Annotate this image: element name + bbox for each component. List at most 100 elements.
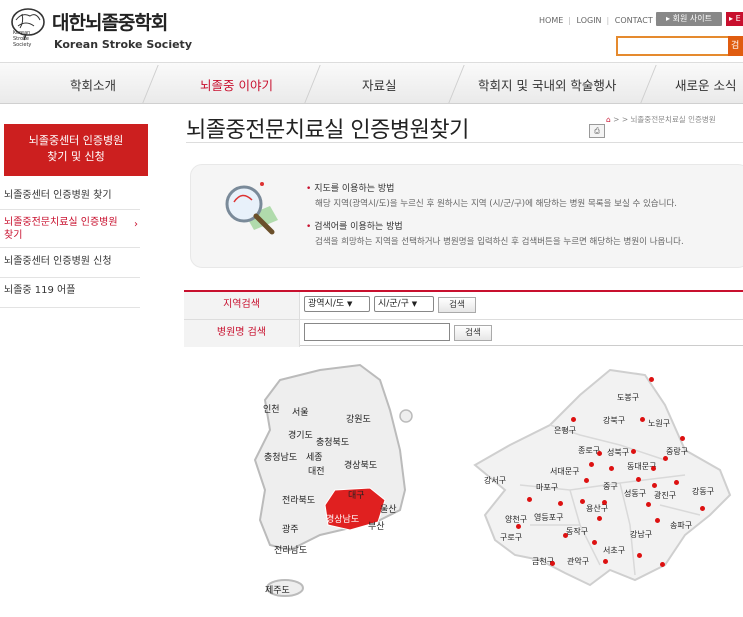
- seoul-label[interactable]: 서초구: [603, 545, 625, 556]
- search-button[interactable]: 검: [728, 36, 743, 56]
- seoul-label[interactable]: 영등포구: [534, 512, 563, 523]
- logo-small-text: Korean Stroke Society: [13, 30, 32, 48]
- seoul-label[interactable]: 관악구: [567, 556, 589, 567]
- province-select[interactable]: 광역시/도 ▼: [304, 296, 370, 312]
- nav-about[interactable]: 학회소개: [70, 75, 116, 94]
- map-label[interactable]: 제주도: [265, 583, 290, 596]
- hospital-marker[interactable]: [649, 377, 654, 382]
- hospital-marker[interactable]: [589, 462, 594, 467]
- search-input[interactable]: [616, 36, 730, 56]
- hospital-marker[interactable]: [609, 466, 614, 471]
- sidebar-heading: 뇌졸중센터 인증병원 찾기 및 신청: [4, 124, 148, 176]
- sidebar-item-119-app[interactable]: 뇌졸중 119 어플: [0, 278, 140, 308]
- map-label[interactable]: 전라남도: [274, 543, 307, 556]
- top-links: HOME | LOGIN | CONTACT US: [539, 16, 667, 25]
- hospital-marker[interactable]: [571, 417, 576, 422]
- map-label[interactable]: 강원도: [346, 412, 371, 425]
- seoul-label[interactable]: 강서구: [484, 475, 506, 486]
- seoul-label[interactable]: 중랑구: [666, 446, 688, 457]
- seoul-label[interactable]: 강북구: [603, 415, 625, 426]
- hospital-marker[interactable]: [527, 497, 532, 502]
- korea-map[interactable]: [240, 360, 440, 610]
- seoul-label[interactable]: 송파구: [670, 520, 692, 531]
- seoul-label[interactable]: 노원구: [648, 418, 670, 429]
- print-icon[interactable]: ⎙: [589, 124, 605, 138]
- hospital-marker[interactable]: [563, 533, 568, 538]
- map-label[interactable]: 대전: [308, 464, 325, 477]
- map-label[interactable]: 경상북도: [344, 458, 377, 471]
- hospital-marker[interactable]: [637, 553, 642, 558]
- district-select[interactable]: 시/군/구 ▼: [374, 296, 434, 312]
- region-search-button[interactable]: 검색: [438, 297, 476, 313]
- name-search-button[interactable]: 검색: [454, 325, 492, 341]
- english-button[interactable]: ▸ E: [726, 12, 743, 26]
- sidebar-item-unit-find[interactable]: 뇌졸중전문치료실 인증병원 찾기 ›: [0, 210, 140, 248]
- nav-journal-events[interactable]: 학회지 및 국내외 학술행사: [478, 75, 616, 94]
- map-label[interactable]: 부산: [368, 519, 385, 532]
- seoul-label[interactable]: 도봉구: [617, 392, 639, 403]
- hospital-marker[interactable]: [592, 540, 597, 545]
- nav-news[interactable]: 새로운 소식: [675, 75, 736, 94]
- hospital-marker[interactable]: [584, 478, 589, 483]
- seoul-label[interactable]: 광진구: [654, 490, 676, 501]
- hospital-marker[interactable]: [597, 516, 602, 521]
- hospital-marker[interactable]: [651, 466, 656, 471]
- hospital-marker[interactable]: [558, 501, 563, 506]
- breadcrumb: ⌂ > > 뇌졸중전문치료실 인증병원: [606, 115, 716, 124]
- map-label[interactable]: 광주: [282, 522, 299, 535]
- hospital-name-input[interactable]: [304, 323, 450, 341]
- hospital-marker[interactable]: [663, 456, 668, 461]
- name-search-label: 병원명 검색: [184, 320, 300, 347]
- seoul-label[interactable]: 강동구: [692, 486, 714, 497]
- nav-stroke-story[interactable]: 뇌졸중 이야기: [200, 75, 273, 94]
- map-label[interactable]: 충청북도: [316, 435, 349, 448]
- map-label[interactable]: 서울: [292, 405, 309, 418]
- map-label[interactable]: 경기도: [288, 428, 313, 441]
- member-site-button[interactable]: ▸ 회원 사이트: [656, 12, 722, 26]
- info-desc-search: 검색을 희망하는 지역을 선택하거나 병원명을 입력하신 후 검색버튼을 누르면…: [315, 237, 684, 247]
- seoul-label[interactable]: 마포구: [536, 482, 558, 493]
- hospital-marker[interactable]: [660, 562, 665, 567]
- seoul-label[interactable]: 은평구: [554, 425, 576, 436]
- hospital-marker[interactable]: [652, 483, 657, 488]
- hospital-marker[interactable]: [655, 518, 660, 523]
- login-link[interactable]: LOGIN: [577, 16, 602, 25]
- hospital-marker[interactable]: [602, 500, 607, 505]
- seoul-label[interactable]: 동작구: [566, 526, 588, 537]
- hospital-marker[interactable]: [550, 561, 555, 566]
- seoul-label[interactable]: 성북구: [607, 447, 629, 458]
- map-label-selected[interactable]: 경상남도: [326, 512, 359, 525]
- sidebar-item-center-apply[interactable]: 뇌졸중센터 인증병원 신청: [0, 248, 140, 278]
- home-link[interactable]: HOME: [539, 16, 563, 25]
- map-label[interactable]: 인천: [263, 402, 280, 415]
- map-label[interactable]: 세종: [306, 450, 323, 463]
- seoul-label[interactable]: 서대문구: [550, 466, 579, 477]
- magnifier-map-icon: [218, 176, 290, 242]
- home-icon[interactable]: ⌂: [606, 115, 611, 124]
- hospital-marker[interactable]: [680, 436, 685, 441]
- hospital-marker[interactable]: [597, 451, 602, 456]
- map-label[interactable]: 충청남도: [264, 450, 297, 463]
- map-label[interactable]: 대구: [348, 488, 365, 501]
- map-label[interactable]: 전라북도: [282, 493, 315, 506]
- chevron-down-icon: ▼: [411, 300, 418, 308]
- hospital-marker[interactable]: [636, 477, 641, 482]
- seoul-label[interactable]: 강남구: [630, 529, 652, 540]
- hospital-marker[interactable]: [700, 506, 705, 511]
- map-label[interactable]: 울산: [380, 502, 397, 515]
- nav-resources[interactable]: 자료실: [362, 75, 397, 94]
- logo-korean[interactable]: 대한뇌졸중학회: [52, 8, 168, 35]
- hospital-marker[interactable]: [646, 502, 651, 507]
- seoul-label[interactable]: 성동구: [624, 488, 646, 499]
- seoul-label[interactable]: 양천구: [505, 514, 527, 525]
- hospital-marker[interactable]: [516, 524, 521, 529]
- hospital-marker[interactable]: [674, 480, 679, 485]
- hospital-marker[interactable]: [640, 417, 645, 422]
- sidebar-item-center-find[interactable]: 뇌졸중센터 인증병원 찾기: [0, 184, 140, 210]
- hospital-marker[interactable]: [603, 559, 608, 564]
- logo-english[interactable]: Korean Stroke Society: [54, 38, 192, 51]
- hospital-marker[interactable]: [631, 449, 636, 454]
- seoul-label[interactable]: 중구: [603, 481, 618, 492]
- hospital-marker[interactable]: [580, 499, 585, 504]
- seoul-label[interactable]: 구로구: [500, 532, 522, 543]
